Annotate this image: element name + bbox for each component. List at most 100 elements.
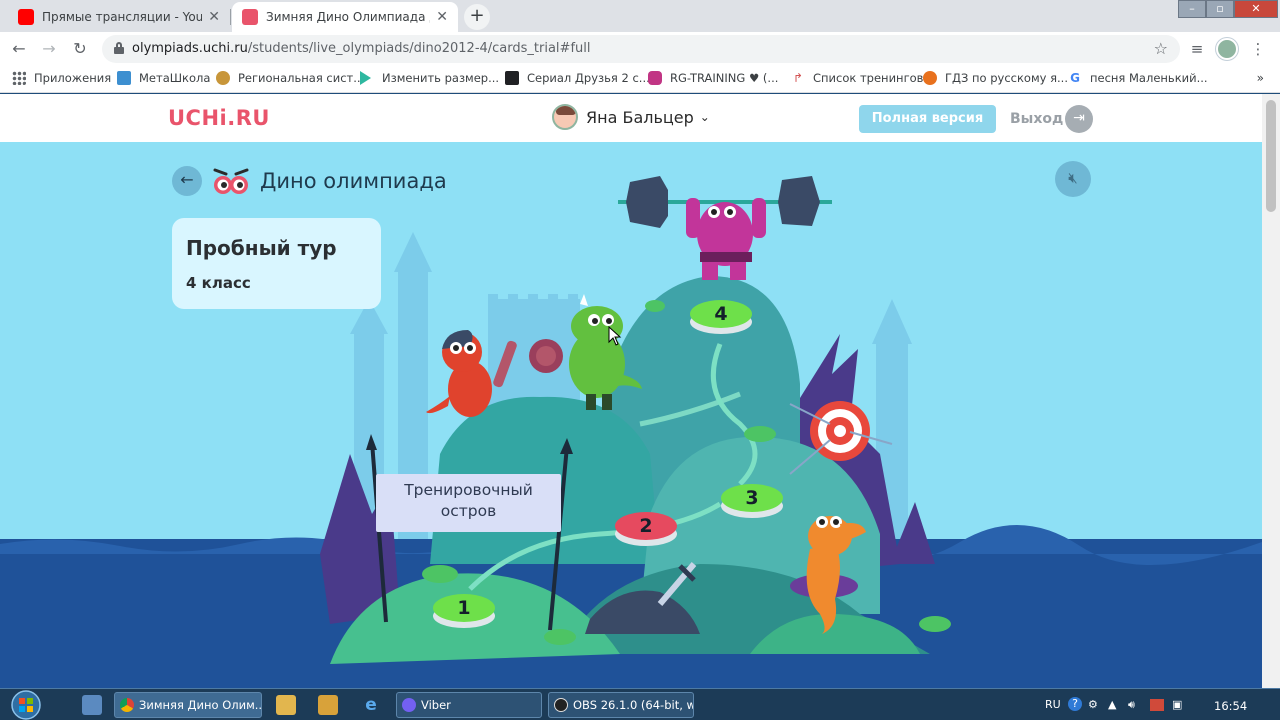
- bookmark-label: ГДЗ по русскому я...: [945, 71, 1068, 85]
- bookmark-star-icon[interactable]: ☆: [1154, 39, 1168, 58]
- network-icon[interactable]: ▣: [1172, 698, 1182, 711]
- volume-icon[interactable]: 🔊︎: [1128, 698, 1135, 712]
- user-avatar-icon: [552, 104, 578, 130]
- tab-title: Прямые трансляции - YouTube: [42, 10, 203, 24]
- logout-link[interactable]: Выход: [1010, 111, 1063, 127]
- tray-settings-icon[interactable]: ⚙: [1088, 698, 1098, 711]
- back-button[interactable]: ←: [172, 166, 202, 196]
- explorer-icon[interactable]: [276, 695, 296, 715]
- regional-crest-icon: [216, 71, 230, 85]
- window-controls: – ▫ ✕: [1178, 0, 1278, 18]
- round-title: Пробный тур: [186, 236, 337, 260]
- bookmark-friends[interactable]: Сериал Друзья 2 с...: [505, 71, 650, 85]
- instagram-icon: [648, 71, 662, 85]
- google-icon: G: [1070, 71, 1080, 85]
- help-icon[interactable]: ?: [1068, 697, 1082, 711]
- sign-line: остров: [440, 502, 497, 520]
- stage-button-4[interactable]: 4: [690, 296, 752, 336]
- user-name: Яна Бальцер: [586, 107, 694, 127]
- forward-arrow-icon[interactable]: →: [38, 38, 60, 60]
- play-icon: [360, 71, 371, 85]
- more-bookmarks-icon[interactable]: »: [1257, 71, 1264, 85]
- full-version-button[interactable]: Полная версия: [859, 105, 996, 133]
- profile-avatar-icon[interactable]: [1216, 38, 1238, 60]
- bookmark-song[interactable]: G песня Маленький...: [1068, 71, 1208, 85]
- chrome-icon: [120, 698, 134, 712]
- taskbar-label: Зимняя Дино Олим...: [139, 698, 262, 712]
- bookmark-trainings[interactable]: ↱ Список тренингов: [791, 71, 923, 85]
- browser-toolbar: ← → ↻ olympiads.uchi.ru/students/live_ol…: [0, 32, 1280, 65]
- taskbar-viber-button[interactable]: Viber: [396, 692, 542, 718]
- close-tab-icon[interactable]: ✕: [436, 9, 448, 25]
- series-f-icon: [505, 71, 519, 85]
- bookmark-apps[interactable]: Приложения: [12, 71, 111, 85]
- uchi-logo[interactable]: UCHi.RU: [168, 106, 270, 130]
- action-center-icon[interactable]: [1150, 699, 1164, 711]
- round-info-card: Пробный тур 4 класс: [172, 218, 381, 309]
- mouse-cursor-icon: [608, 326, 622, 346]
- stage-button-3[interactable]: 3: [721, 480, 783, 520]
- tab-youtube[interactable]: Прямые трансляции - YouTube ✕: [8, 2, 230, 32]
- close-window-icon[interactable]: ✕: [1234, 0, 1278, 18]
- browser-tab-strip: Прямые трансляции - YouTube ✕ Зимняя Дин…: [0, 0, 1280, 32]
- obs-icon: [554, 698, 568, 712]
- reading-list-icon[interactable]: ≡: [1186, 38, 1208, 60]
- taskbar-obs-button[interactable]: OBS 26.1.0 (64-bit, wi...: [548, 692, 694, 718]
- clock-time[interactable]: 16:54: [1214, 699, 1247, 713]
- grade-label: 4 класс: [186, 274, 251, 292]
- page-viewport: UCHi.RU Яна Бальцер ⌄ Полная версия Выхо…: [0, 94, 1262, 688]
- start-button-icon[interactable]: [4, 689, 44, 720]
- olympiad-title: Дино олимпиада: [260, 169, 447, 193]
- user-menu[interactable]: Яна Бальцер ⌄: [552, 104, 710, 130]
- page-scrollbar[interactable]: [1262, 94, 1280, 688]
- logout-icon[interactable]: ⇥: [1065, 105, 1093, 133]
- bookmark-label: Приложения: [34, 71, 112, 85]
- internet-explorer-icon[interactable]: e: [361, 695, 381, 715]
- stage-button-1[interactable]: 1: [433, 590, 495, 630]
- language-indicator[interactable]: RU: [1045, 698, 1061, 711]
- bookmark-resize[interactable]: Изменить размер...: [360, 71, 499, 85]
- bookmark-label: Список тренингов: [813, 71, 924, 85]
- bookmark-rg-training[interactable]: RG-TRAINING ♥ (...: [648, 71, 778, 85]
- scrollbar-thumb[interactable]: [1266, 100, 1276, 212]
- uchi-favicon-icon: [242, 9, 258, 25]
- back-arrow-icon[interactable]: ←: [8, 38, 30, 60]
- tab-olympiad[interactable]: Зимняя Дино Олимпиада для 1 ✕: [232, 2, 458, 32]
- menu-dots-icon[interactable]: ⋮: [1247, 38, 1269, 60]
- youtube-icon: [18, 9, 34, 25]
- address-bar[interactable]: olympiads.uchi.ru/students/live_olympiad…: [102, 35, 1180, 63]
- taskbar-chrome-button[interactable]: Зимняя Дино Олим...: [114, 692, 262, 718]
- pink-dino-weightlifter: [686, 198, 766, 280]
- screen: Прямые трансляции - YouTube ✕ Зимняя Дин…: [0, 0, 1280, 720]
- media-player-icon[interactable]: [318, 695, 338, 715]
- sign-line: Тренировочный: [404, 481, 533, 499]
- windows-taskbar: Зимняя Дино Олим... e Viber OBS 26.1.0 (…: [0, 688, 1280, 720]
- reload-icon[interactable]: ↻: [69, 38, 91, 60]
- bookmark-label: песня Маленький...: [1090, 71, 1208, 85]
- tab-title: Зимняя Дино Олимпиада для 1: [266, 10, 430, 24]
- bookmark-label: МетаШкола: [139, 71, 211, 85]
- dino-eyes-logo-icon: [213, 168, 249, 194]
- bookmark-regional[interactable]: Региональная сист...: [216, 71, 364, 85]
- new-tab-button[interactable]: +: [464, 4, 490, 30]
- stage-number: 1: [433, 594, 495, 622]
- gdz-icon: [923, 71, 937, 85]
- bookmark-label: Изменить размер...: [382, 71, 500, 85]
- metaschool-icon: [117, 71, 131, 85]
- maximize-icon[interactable]: ▫: [1206, 0, 1234, 18]
- chevron-down-icon: ⌄: [699, 110, 710, 124]
- show-hidden-icons-icon[interactable]: ▲: [1108, 698, 1116, 711]
- bookmark-metaschool[interactable]: МетаШкола: [117, 71, 210, 85]
- stage-button-2[interactable]: 2: [615, 508, 677, 548]
- bookmark-gdz[interactable]: ГДЗ по русскому я...: [923, 71, 1068, 85]
- show-desktop-icon[interactable]: [82, 695, 102, 715]
- bookmark-label: RG-TRAINING ♥ (...: [670, 71, 779, 85]
- minimize-icon[interactable]: –: [1178, 0, 1206, 18]
- sound-mute-icon[interactable]: 🔇︎: [1055, 161, 1091, 197]
- close-tab-icon[interactable]: ✕: [208, 9, 220, 25]
- stage-number: 4: [690, 300, 752, 328]
- tab-separator: [230, 9, 231, 25]
- site-header: UCHi.RU Яна Бальцер ⌄ Полная версия Выхо…: [0, 94, 1262, 142]
- taskbar-label: OBS 26.1.0 (64-bit, wi...: [573, 698, 693, 712]
- url-text: olympiads.uchi.ru/students/live_olympiad…: [132, 41, 591, 56]
